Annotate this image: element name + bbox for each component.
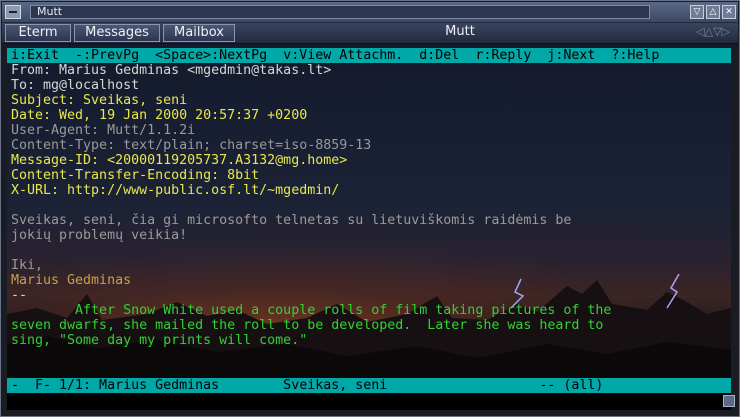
body-line-3: Iki,: [11, 258, 44, 273]
header-from: From: Marius Gedminas <mgedmin@takas.lt>: [11, 63, 332, 78]
command-line[interactable]: [7, 394, 731, 410]
body-signature-name: Marius Gedminas: [11, 273, 132, 288]
header-x-url[interactable]: X-URL: http://www-public.osf.lt/~mgedmin…: [11, 183, 339, 198]
signature-line-3: sing, "Some day my prints will come.": [11, 333, 308, 348]
resize-grip-icon[interactable]: [723, 395, 735, 407]
header-date: Date: Wed, 19 Jan 2000 20:57:37 +0200: [11, 108, 308, 123]
body-line-2: jokių problemų veikia!: [11, 228, 188, 243]
tab-eterm[interactable]: Eterm: [5, 24, 71, 42]
header-to: To: mg@localhost: [11, 78, 140, 93]
maximize-button[interactable]: △: [706, 5, 720, 19]
window-menu-icon[interactable]: [5, 5, 21, 19]
terminal-title: Mutt: [445, 24, 475, 39]
title-bar[interactable]: Mutt ▽ △ ✕: [2, 2, 738, 23]
body-line-1: Sveikas, seni, čia gi microsofto telneta…: [11, 213, 572, 228]
header-subject: Subject: Sveikas, seni: [11, 93, 188, 108]
header-encoding: Content-Transfer-Encoding: 8bit: [11, 168, 260, 183]
eterm-window: Mutt ▽ △ ✕ Eterm Messages Mailbox Mutt ◁…: [0, 0, 740, 417]
help-bar: i:Exit -:PrevPg <Space>:NextPg v:View At…: [7, 48, 731, 63]
header-user-agent: User-Agent: Mutt/1.1.2i: [11, 123, 196, 138]
signature-line-2: seven dwarfs, she mailed the roll to be …: [11, 318, 604, 333]
header-message-id: Message-ID: <20000119205737.A3132@mg.hom…: [11, 153, 348, 168]
header-content-type: Content-Type: text/plain; charset=iso-88…: [11, 138, 372, 153]
status-bar: - F- 1/1: Marius Gedminas Sveikas, seni …: [7, 378, 731, 393]
tab-mailbox[interactable]: Mailbox: [163, 24, 235, 42]
tab-messages[interactable]: Messages: [74, 24, 160, 42]
signature-separator: --: [11, 288, 28, 303]
close-button[interactable]: ✕: [722, 5, 736, 19]
scroll-arrows-icon[interactable]: ◁△▽▷: [696, 25, 730, 39]
signature-line-1: After Snow White used a couple rolls of …: [11, 303, 612, 318]
eterm-tab-bar: Eterm Messages Mailbox Mutt ◁△▽▷: [2, 23, 738, 44]
window-title: Mutt: [30, 5, 650, 19]
terminal-area[interactable]: i:Exit -:PrevPg <Space>:NextPg v:View At…: [7, 44, 731, 394]
minimize-button[interactable]: ▽: [690, 5, 704, 19]
